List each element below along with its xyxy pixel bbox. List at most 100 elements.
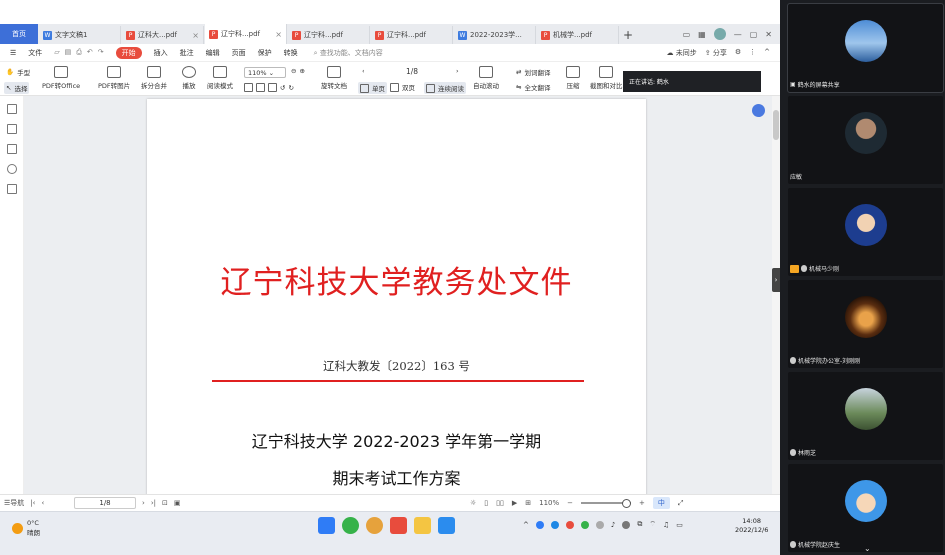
collapse-ribbon-icon[interactable]: ^ [764,48,770,58]
settings-icon[interactable]: ⚙ [735,48,741,58]
menu-edit[interactable]: 编辑 [206,48,220,58]
fit-icon[interactable]: ⊞ [525,499,531,507]
zoom-out-icon[interactable]: ⊖ [291,67,296,75]
new-tab-button[interactable]: + [619,26,637,44]
hand-tool-button[interactable]: ✋ 手型 [6,67,30,77]
tab-document[interactable]: P 辽科大...pdf × [122,26,204,44]
rotate-left-icon[interactable]: ↺ [280,84,285,92]
wechat-icon[interactable] [342,517,359,534]
pdf-to-image-button[interactable]: PDF转图片 [98,66,130,90]
tab-home[interactable]: 首页 [0,24,38,44]
search-input[interactable]: ⌕ 查找功能、文档内容 [314,48,383,58]
comment-icon[interactable] [6,144,17,154]
tab-document[interactable]: W 文字文稿1 [39,26,121,44]
participant-tile[interactable]: 林雨芝 [788,372,943,460]
mic-icon[interactable]: ♪ [611,521,615,529]
tab-document[interactable]: W 2022-2023学... [454,26,536,44]
auto-scroll-button[interactable]: 自动滚动 [473,66,499,90]
fullscreen-icon[interactable]: ⊡ [162,499,168,507]
tray-app4-icon[interactable]: ⧉ [637,520,642,529]
actual-size-icon[interactable] [268,83,277,92]
menu-insert[interactable]: 插入 [154,48,168,58]
close-icon[interactable]: × [192,31,199,40]
prev-page-icon[interactable]: ‹ [41,499,44,507]
language-button[interactable]: 中 [652,497,670,509]
account-avatar[interactable] [713,28,726,40]
share-button[interactable]: ⇪ 分享 [705,48,727,58]
vertical-scrollbar[interactable] [772,96,780,494]
next-page-icon[interactable]: › [142,499,145,507]
pdf-to-office-button[interactable]: PDF转Office [42,66,80,90]
nav-button[interactable]: ☰导航 [4,498,24,508]
weather-widget[interactable]: 0°C 晴朗 [12,519,40,537]
file-explorer-icon[interactable] [414,517,431,534]
menu-protect[interactable]: 保护 [258,48,272,58]
window-mode-icon[interactable]: ▣ [174,499,181,507]
word-translate-button[interactable]: ⇄ 划词翻译 [516,67,550,77]
tray-wps-icon[interactable] [565,520,574,529]
zoom-in-icon[interactable]: ⊕ [299,67,304,75]
system-clock[interactable]: 14:08 2022/12/6 [735,517,768,535]
menu-convert[interactable]: 转换 [284,48,298,58]
bookmark-icon[interactable] [6,104,17,114]
menu-file[interactable]: 文件 [28,48,42,58]
screenshot-compare-button[interactable]: 截图和对比 [590,66,623,90]
single-view-icon[interactable]: ▯ [484,499,488,507]
menu-start[interactable]: 开始 [115,46,142,59]
participant-tile[interactable]: 机械马少刚 [788,188,943,276]
zoom-out-icon[interactable]: − [567,499,573,507]
brightness-icon[interactable]: ☼ [470,499,476,507]
chevron-up-icon[interactable]: ^ [523,521,529,529]
fit-width-icon[interactable] [256,83,265,92]
tray-app3-icon[interactable] [622,520,631,529]
select-tool-button[interactable]: ↖ 选择 [4,82,30,94]
windows-start-icon[interactable] [318,517,335,534]
collapse-panel-handle[interactable]: › [772,268,780,292]
chevron-down-icon[interactable]: ⌄ [864,544,871,553]
browser-icon[interactable] [366,517,383,534]
participant-tile[interactable]: 机械学院办公室-刘刚刚 [788,280,943,368]
close-icon[interactable]: × [275,30,282,39]
sync-button[interactable]: ☁ 未同步 [667,48,697,58]
battery-icon[interactable]: ▭ [676,521,683,529]
participant-tile[interactable]: 应敏 [788,96,943,184]
participant-tile[interactable]: ▣ 鹤水的屏幕共享 [787,3,944,93]
expand-icon[interactable]: ⤢ [678,499,684,508]
bluetooth-icon[interactable] [535,520,544,529]
meeting-app-icon[interactable] [438,517,455,534]
menu-icon[interactable]: ☰ [10,49,16,57]
first-page-icon[interactable]: |‹ [30,499,35,507]
double-page-button[interactable]: 双页 [390,82,415,92]
single-page-button[interactable]: 单页 [358,82,387,94]
menu-comment[interactable]: 批注 [180,48,194,58]
read-mode-button[interactable]: 阅读模式 [207,66,233,90]
participant-tile[interactable]: 机械学院赵庆生 ⌄ [788,464,943,553]
volume-icon[interactable]: ♫ [663,521,669,529]
zoom-in-icon[interactable]: + [639,499,645,507]
zoom-slider[interactable] [581,499,632,508]
tab-document[interactable]: P 辽宁科...pdf [288,26,370,44]
redo-icon[interactable]: ↷ [98,48,104,57]
grid-icon[interactable]: ▦ [698,30,706,39]
double-view-icon[interactable]: ▯▯ [496,499,504,507]
close-window-icon[interactable]: ✕ [765,30,772,39]
status-page-input[interactable]: 1/8 [74,497,136,509]
network-icon[interactable]: ⌔ [649,520,656,529]
full-translate-button[interactable]: ⇋ 全文翻译 [516,82,550,92]
tray-app-icon[interactable] [550,520,559,529]
continuous-read-button[interactable]: 连续阅读 [424,82,466,94]
document-viewport[interactable]: 辽宁科技大学教务处文件 辽科大教发〔2022〕163 号 辽宁科技大学 2022… [24,96,772,499]
prev-page-button[interactable]: ‹ [362,67,365,75]
undo-icon[interactable]: ↶ [87,48,93,57]
minimize-icon[interactable]: — [734,30,742,39]
next-page-button[interactable]: › [456,67,459,75]
more-icon[interactable]: ⋮ [749,48,756,58]
split-merge-button[interactable]: 拆分合并 [141,66,167,90]
compress-button[interactable]: 压缩 [566,66,580,90]
open-icon[interactable]: ▱ [54,48,59,57]
floating-assistant-icon[interactable] [752,104,765,117]
last-page-icon[interactable]: ›| [151,499,156,507]
print-icon[interactable]: ⎙ [76,48,82,57]
rotate-document-button[interactable]: 旋转文档 [321,66,347,90]
tab-document[interactable]: P 机械学...pdf [537,26,619,44]
